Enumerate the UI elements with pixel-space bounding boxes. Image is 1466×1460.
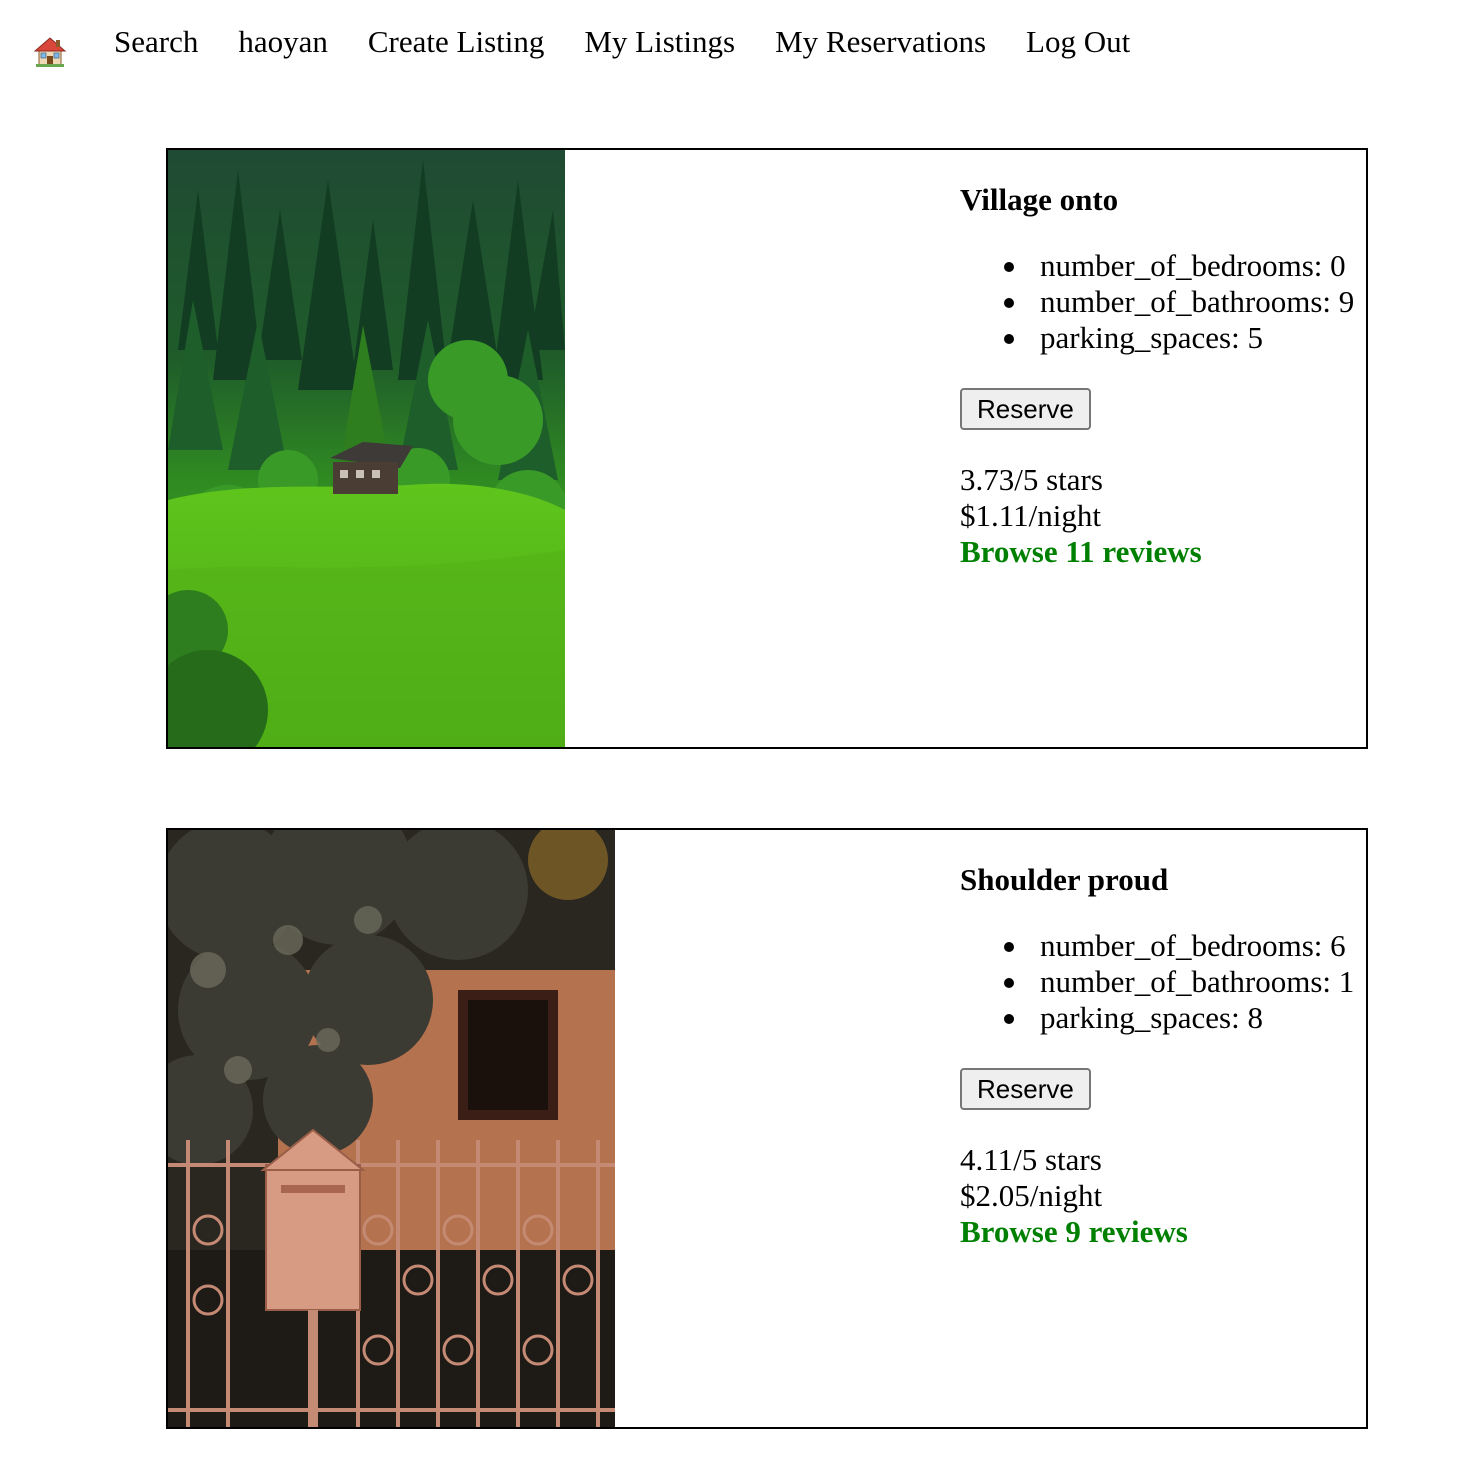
nav-username-link[interactable]: haoyan (238, 22, 328, 62)
listing-rating: 4.11/5 stars (960, 1142, 1102, 1177)
listing-info: Village onto number_of_bedrooms: 0 numbe… (960, 180, 1366, 570)
feature-bathrooms: number_of_bathrooms: 1 (1004, 964, 1366, 1000)
top-nav: Search haoyan Create Listing My Listings… (0, 0, 1466, 90)
listing-stats: 3.73/5 stars $1.11/night Browse 11 revie… (960, 462, 1366, 570)
listing-photo (168, 830, 615, 1427)
browse-reviews-link[interactable]: Browse 9 reviews (960, 1214, 1366, 1250)
reserve-button[interactable]: Reserve (960, 1068, 1091, 1110)
feature-parking: parking_spaces: 8 (1004, 1000, 1366, 1036)
nav-links: Search haoyan Create Listing My Listings… (114, 22, 1130, 62)
nav-my-listings-link[interactable]: My Listings (584, 22, 735, 62)
listing-card: Shoulder proud number_of_bedrooms: 6 num… (166, 828, 1368, 1429)
nav-logout-link[interactable]: Log Out (1026, 22, 1130, 62)
listing-price: $1.11/night (960, 498, 1101, 533)
browse-reviews-link[interactable]: Browse 11 reviews (960, 534, 1366, 570)
listing-title: Shoulder proud (960, 862, 1169, 897)
listing-price: $2.05/night (960, 1178, 1103, 1213)
feature-bathrooms: number_of_bathrooms: 9 (1004, 284, 1366, 320)
feature-parking: parking_spaces: 5 (1004, 320, 1366, 356)
listing-rating: 3.73/5 stars (960, 462, 1103, 497)
listing-features: number_of_bedrooms: 6 number_of_bathroom… (960, 928, 1366, 1036)
listing-title: Village onto (960, 182, 1119, 217)
feature-bedrooms: number_of_bedrooms: 0 (1004, 248, 1366, 284)
listing-features: number_of_bedrooms: 0 number_of_bathroom… (960, 248, 1366, 356)
nav-create-listing-link[interactable]: Create Listing (368, 22, 544, 62)
listing-stats: 4.11/5 stars $2.05/night Browse 9 review… (960, 1142, 1366, 1250)
feature-bedrooms: number_of_bedrooms: 6 (1004, 928, 1366, 964)
listing-card: Village onto number_of_bedrooms: 0 numbe… (166, 148, 1368, 749)
nav-my-reservations-link[interactable]: My Reservations (775, 22, 986, 62)
house-icon[interactable] (33, 34, 67, 68)
listing-info: Shoulder proud number_of_bedrooms: 6 num… (960, 860, 1366, 1250)
listing-photo (168, 150, 565, 747)
reserve-button[interactable]: Reserve (960, 388, 1091, 430)
nav-search-link[interactable]: Search (114, 22, 198, 62)
